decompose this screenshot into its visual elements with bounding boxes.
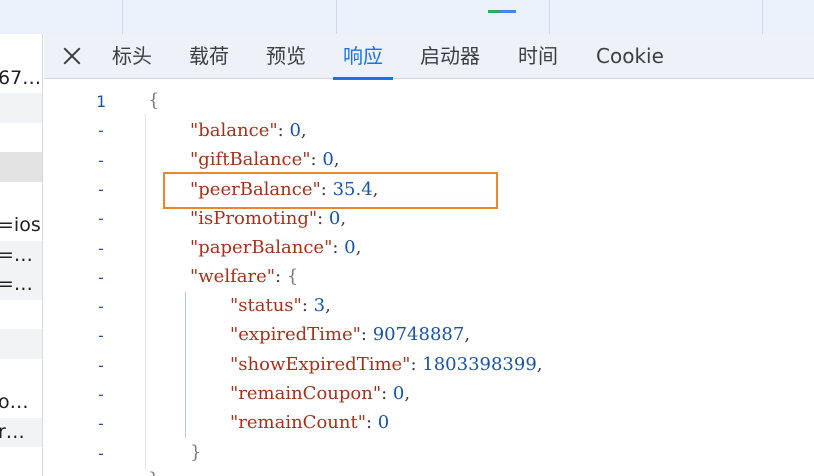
request-name: o… (0, 391, 29, 413)
json-value: 0 (392, 382, 405, 404)
fold-marker[interactable]: - (94, 414, 108, 433)
request-list: 67… =ios =… =… o… r… (0, 34, 43, 476)
json-value: 0 (377, 412, 390, 434)
request-row[interactable] (0, 300, 42, 330)
tab-payload[interactable]: 载荷 (189, 34, 229, 79)
indent-guide (145, 114, 146, 470)
json-key: "remainCount" (230, 412, 366, 434)
json-key: "remainCoupon" (230, 382, 382, 404)
column-separator[interactable] (122, 0, 123, 34)
tab-response[interactable]: 响应 (333, 34, 393, 80)
json-line: "remainCoupon": 0, (230, 382, 411, 404)
request-row[interactable]: =… (0, 240, 42, 270)
waterfall-bar-blue (500, 10, 516, 13)
details-tab-bar: 标头 载荷 预览 响应 启动器 时间 Cookie (44, 34, 814, 80)
request-row[interactable]: 67… (0, 64, 42, 94)
request-row[interactable] (0, 152, 42, 182)
json-value: 0 (344, 237, 356, 259)
json-line: "expiredTime": 90748887, (230, 324, 471, 346)
json-line: "paperBalance": 0, (190, 237, 362, 259)
request-table-header (0, 0, 814, 34)
request-name: r… (0, 420, 25, 443)
request-name: =… (0, 243, 33, 266)
request-row[interactable] (0, 329, 42, 359)
fold-marker[interactable]: - (94, 356, 108, 375)
json-value: 0 (328, 207, 341, 229)
welfare-close-brace: } (190, 442, 202, 463)
column-separator[interactable] (762, 0, 763, 34)
tab-cookies[interactable]: Cookie (596, 34, 664, 79)
request-row[interactable] (0, 123, 42, 153)
json-value: 0 (322, 149, 334, 171)
tab-initiator[interactable]: 启动器 (420, 34, 480, 79)
fold-marker[interactable]: - (94, 444, 108, 463)
fold-marker[interactable]: - (94, 209, 108, 228)
request-row[interactable] (0, 447, 42, 476)
json-key: "balance" (190, 120, 278, 141)
json-value: 0 (289, 120, 301, 141)
tab-headers[interactable]: 标头 (112, 34, 152, 79)
request-row[interactable]: r… (0, 417, 42, 447)
json-key: "paperBalance" (190, 237, 333, 259)
json-key: "status" (230, 295, 302, 316)
line-number: 1 (96, 92, 106, 111)
request-row[interactable]: =ios (0, 211, 42, 241)
fold-marker[interactable]: - (94, 239, 108, 258)
fold-marker[interactable]: - (94, 151, 108, 170)
fold-marker[interactable]: - (94, 297, 108, 316)
json-key: "expiredTime" (230, 324, 361, 346)
waterfall-bar-green (488, 10, 500, 13)
column-separator[interactable] (336, 0, 337, 34)
json-close-brace: } (148, 469, 159, 476)
json-line-welfare: "welfare": { (190, 266, 299, 287)
request-row[interactable]: o… (0, 388, 42, 418)
fold-marker[interactable]: - (94, 326, 108, 345)
request-row[interactable]: =… (0, 270, 42, 300)
json-open-brace: { (148, 90, 160, 111)
json-value: 90748887 (372, 324, 465, 346)
json-key: "giftBalance" (190, 149, 311, 171)
request-row[interactable] (0, 34, 42, 64)
request-row[interactable] (0, 359, 42, 389)
request-name: =… (0, 273, 33, 295)
close-icon[interactable] (60, 44, 84, 68)
json-key: "showExpiredTime" (230, 353, 411, 375)
request-name: 67… (0, 66, 42, 89)
json-line: "showExpiredTime": 1803398399, (230, 353, 543, 375)
highlight-box (163, 172, 498, 209)
fold-marker[interactable]: - (94, 121, 108, 140)
json-line: "balance": 0, (190, 120, 307, 141)
fold-marker[interactable]: - (94, 385, 108, 404)
json-line: "isPromoting": 0, (190, 207, 347, 229)
fold-marker[interactable]: - (94, 268, 108, 287)
request-row[interactable] (0, 182, 42, 212)
tab-preview[interactable]: 预览 (266, 34, 306, 79)
json-line: "remainCount": 0 (230, 412, 390, 434)
json-line: "status": 3, (230, 295, 331, 316)
response-viewer[interactable]: 1 - - - - - - - - - - - - { "balance": 0, "giftBalanc… (44, 80, 814, 476)
fold-marker[interactable]: - (94, 180, 108, 199)
json-line: "giftBalance": 0, (190, 149, 340, 171)
json-key: "isPromoting" (190, 207, 318, 229)
json-value: 3 (313, 295, 326, 316)
json-value: 1803398399 (422, 353, 537, 375)
tab-timing[interactable]: 时间 (518, 34, 558, 79)
indent-guide-active (185, 292, 186, 438)
request-row[interactable] (0, 93, 42, 123)
request-name: =ios (0, 214, 41, 236)
column-separator[interactable] (549, 0, 550, 34)
